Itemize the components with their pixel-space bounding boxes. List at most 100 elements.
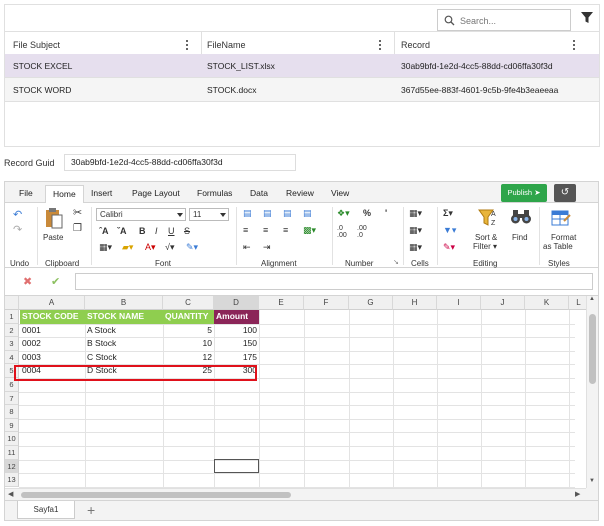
- highlight-icon[interactable]: ✎▾: [186, 242, 198, 253]
- cancel-icon[interactable]: ✖: [23, 275, 32, 288]
- italic-icon[interactable]: I: [155, 226, 158, 236]
- cell[interactable]: 0003: [20, 351, 85, 365]
- align-bottom-icon[interactable]: ▤: [283, 208, 292, 219]
- borders-icon[interactable]: ▦▾: [99, 242, 112, 253]
- publish-button[interactable]: Publish ➤: [501, 184, 547, 202]
- column-header[interactable]: I: [437, 296, 481, 310]
- row-header[interactable]: 12: [5, 459, 19, 474]
- column-header[interactable]: D: [214, 296, 259, 310]
- tab-file[interactable]: File: [19, 188, 33, 198]
- scroll-down-icon[interactable]: ▼: [589, 478, 595, 484]
- fill-icon[interactable]: ▼▾: [443, 225, 456, 236]
- sheet-grid[interactable]: A B C D E F G H I J K L 1 2 3 4 5 6 7 8 9 10 11 12 1…: [5, 296, 598, 488]
- paste-icon[interactable]: [45, 207, 63, 229]
- delete-cells-icon[interactable]: ▦▾: [409, 225, 422, 236]
- cell[interactable]: 175: [214, 351, 259, 365]
- increase-decimal-icon[interactable]: .0.00: [337, 225, 347, 239]
- confirm-icon[interactable]: ✔: [51, 275, 60, 288]
- row-header[interactable]: 4: [5, 350, 19, 365]
- cell-header[interactable]: QUANTITY: [163, 310, 214, 324]
- column-header[interactable]: H: [393, 296, 437, 310]
- row-header[interactable]: 2: [5, 323, 19, 338]
- table-row[interactable]: STOCK WORD STOCK.docx 367d55ee-883f-4601…: [5, 78, 599, 102]
- tab-review[interactable]: Review: [286, 188, 314, 198]
- row-header[interactable]: 8: [5, 405, 19, 419]
- column-header[interactable]: A: [19, 296, 85, 310]
- number-format-icon[interactable]: ❖▾: [337, 208, 350, 219]
- search-input[interactable]: Search...: [460, 16, 496, 26]
- bold-icon[interactable]: B: [139, 226, 146, 236]
- cell[interactable]: 0001: [20, 324, 85, 338]
- percent-icon[interactable]: %: [363, 208, 371, 218]
- tab-insert[interactable]: Insert: [91, 188, 112, 198]
- filter-icon[interactable]: [581, 12, 593, 24]
- scroll-left-icon[interactable]: ◀: [8, 490, 13, 498]
- row-header[interactable]: 3: [5, 337, 19, 351]
- decrease-decimal-icon[interactable]: .00.0: [357, 225, 367, 239]
- tab-view[interactable]: View: [331, 188, 349, 198]
- clear-icon[interactable]: ✎▾: [443, 242, 455, 253]
- indent-increase-icon[interactable]: ⇥: [263, 242, 271, 253]
- column-header[interactable]: K: [525, 296, 569, 310]
- vertical-scrollbar[interactable]: ▲ ▼: [586, 296, 598, 488]
- align-top-icon[interactable]: ▤: [243, 208, 252, 219]
- row-header[interactable]: 13: [5, 473, 19, 487]
- formula-input[interactable]: [75, 273, 593, 290]
- tab-formulas[interactable]: Formulas: [197, 188, 232, 198]
- binoculars-icon[interactable]: [510, 208, 532, 226]
- undo-icon[interactable]: ↶: [13, 208, 22, 221]
- column-header[interactable]: G: [349, 296, 393, 310]
- scroll-right-icon[interactable]: ▶: [575, 490, 580, 498]
- search-box[interactable]: Search...: [437, 9, 571, 31]
- cell[interactable]: 5: [163, 324, 214, 338]
- cell[interactable]: 150: [214, 337, 259, 351]
- cell[interactable]: 12: [163, 351, 214, 365]
- revert-button[interactable]: ↺: [554, 184, 576, 202]
- cut-icon[interactable]: ✂: [73, 206, 82, 219]
- font-name-select[interactable]: Calibri: [96, 208, 186, 221]
- scroll-up-icon[interactable]: ▲: [589, 296, 595, 302]
- align-center-icon[interactable]: ≡: [263, 225, 268, 235]
- cell[interactable]: A Stock: [85, 324, 163, 338]
- sort-filter-button-line2[interactable]: Filter ▾: [473, 242, 497, 251]
- format-as-table-icon[interactable]: [550, 207, 572, 229]
- select-all-corner[interactable]: [5, 296, 19, 310]
- align-left-icon[interactable]: ≡: [243, 225, 248, 235]
- comma-icon[interactable]: ': [385, 208, 387, 218]
- cell[interactable]: 100: [214, 324, 259, 338]
- underline-icon[interactable]: U: [168, 226, 175, 236]
- column-header[interactable]: B: [85, 296, 163, 310]
- tab-home[interactable]: Home: [45, 185, 84, 204]
- cell[interactable]: B Stock: [85, 337, 163, 351]
- column-header[interactable]: F: [304, 296, 349, 310]
- row-header[interactable]: 11: [5, 446, 19, 460]
- decrease-font-icon[interactable]: ˇA: [117, 226, 127, 236]
- tab-page-layout[interactable]: Page Layout: [132, 188, 180, 198]
- indent-decrease-icon[interactable]: ⇤: [243, 242, 251, 253]
- clear-format-icon[interactable]: √▾: [165, 242, 174, 253]
- sort-filter-button[interactable]: Sort &: [475, 233, 497, 242]
- align-middle-icon[interactable]: ▤: [263, 208, 272, 219]
- active-cell[interactable]: [214, 459, 259, 473]
- find-button[interactable]: Find: [512, 233, 528, 242]
- wrap-text-icon[interactable]: ▤: [303, 208, 312, 219]
- redo-icon[interactable]: ↷: [13, 223, 22, 236]
- column-header[interactable]: E: [259, 296, 304, 310]
- table-row[interactable]: STOCK EXCEL STOCK_LIST.xlsx 30ab9bfd-1e2…: [5, 54, 599, 78]
- cell-header[interactable]: STOCK NAME: [85, 310, 163, 324]
- font-size-select[interactable]: 11: [189, 208, 229, 221]
- format-cells-icon[interactable]: ▦▾: [409, 242, 422, 253]
- horizontal-scroll-thumb[interactable]: [21, 492, 291, 498]
- column-menu-icon[interactable]: [186, 40, 189, 51]
- autosum-icon[interactable]: Σ▾: [443, 208, 453, 219]
- fill-color-icon[interactable]: ▰▾: [122, 242, 133, 253]
- cell[interactable]: 0002: [20, 337, 85, 351]
- row-header[interactable]: 10: [5, 432, 19, 446]
- cell-header[interactable]: STOCK CODE: [20, 310, 85, 324]
- font-color-icon[interactable]: A▾: [145, 242, 156, 253]
- column-menu-icon[interactable]: [573, 40, 576, 51]
- add-sheet-icon[interactable]: +: [87, 502, 95, 518]
- sheet-tab[interactable]: Sayfa1: [17, 501, 75, 519]
- cell[interactable]: C Stock: [85, 351, 163, 365]
- horizontal-scrollbar[interactable]: ◀ ▶: [5, 488, 586, 500]
